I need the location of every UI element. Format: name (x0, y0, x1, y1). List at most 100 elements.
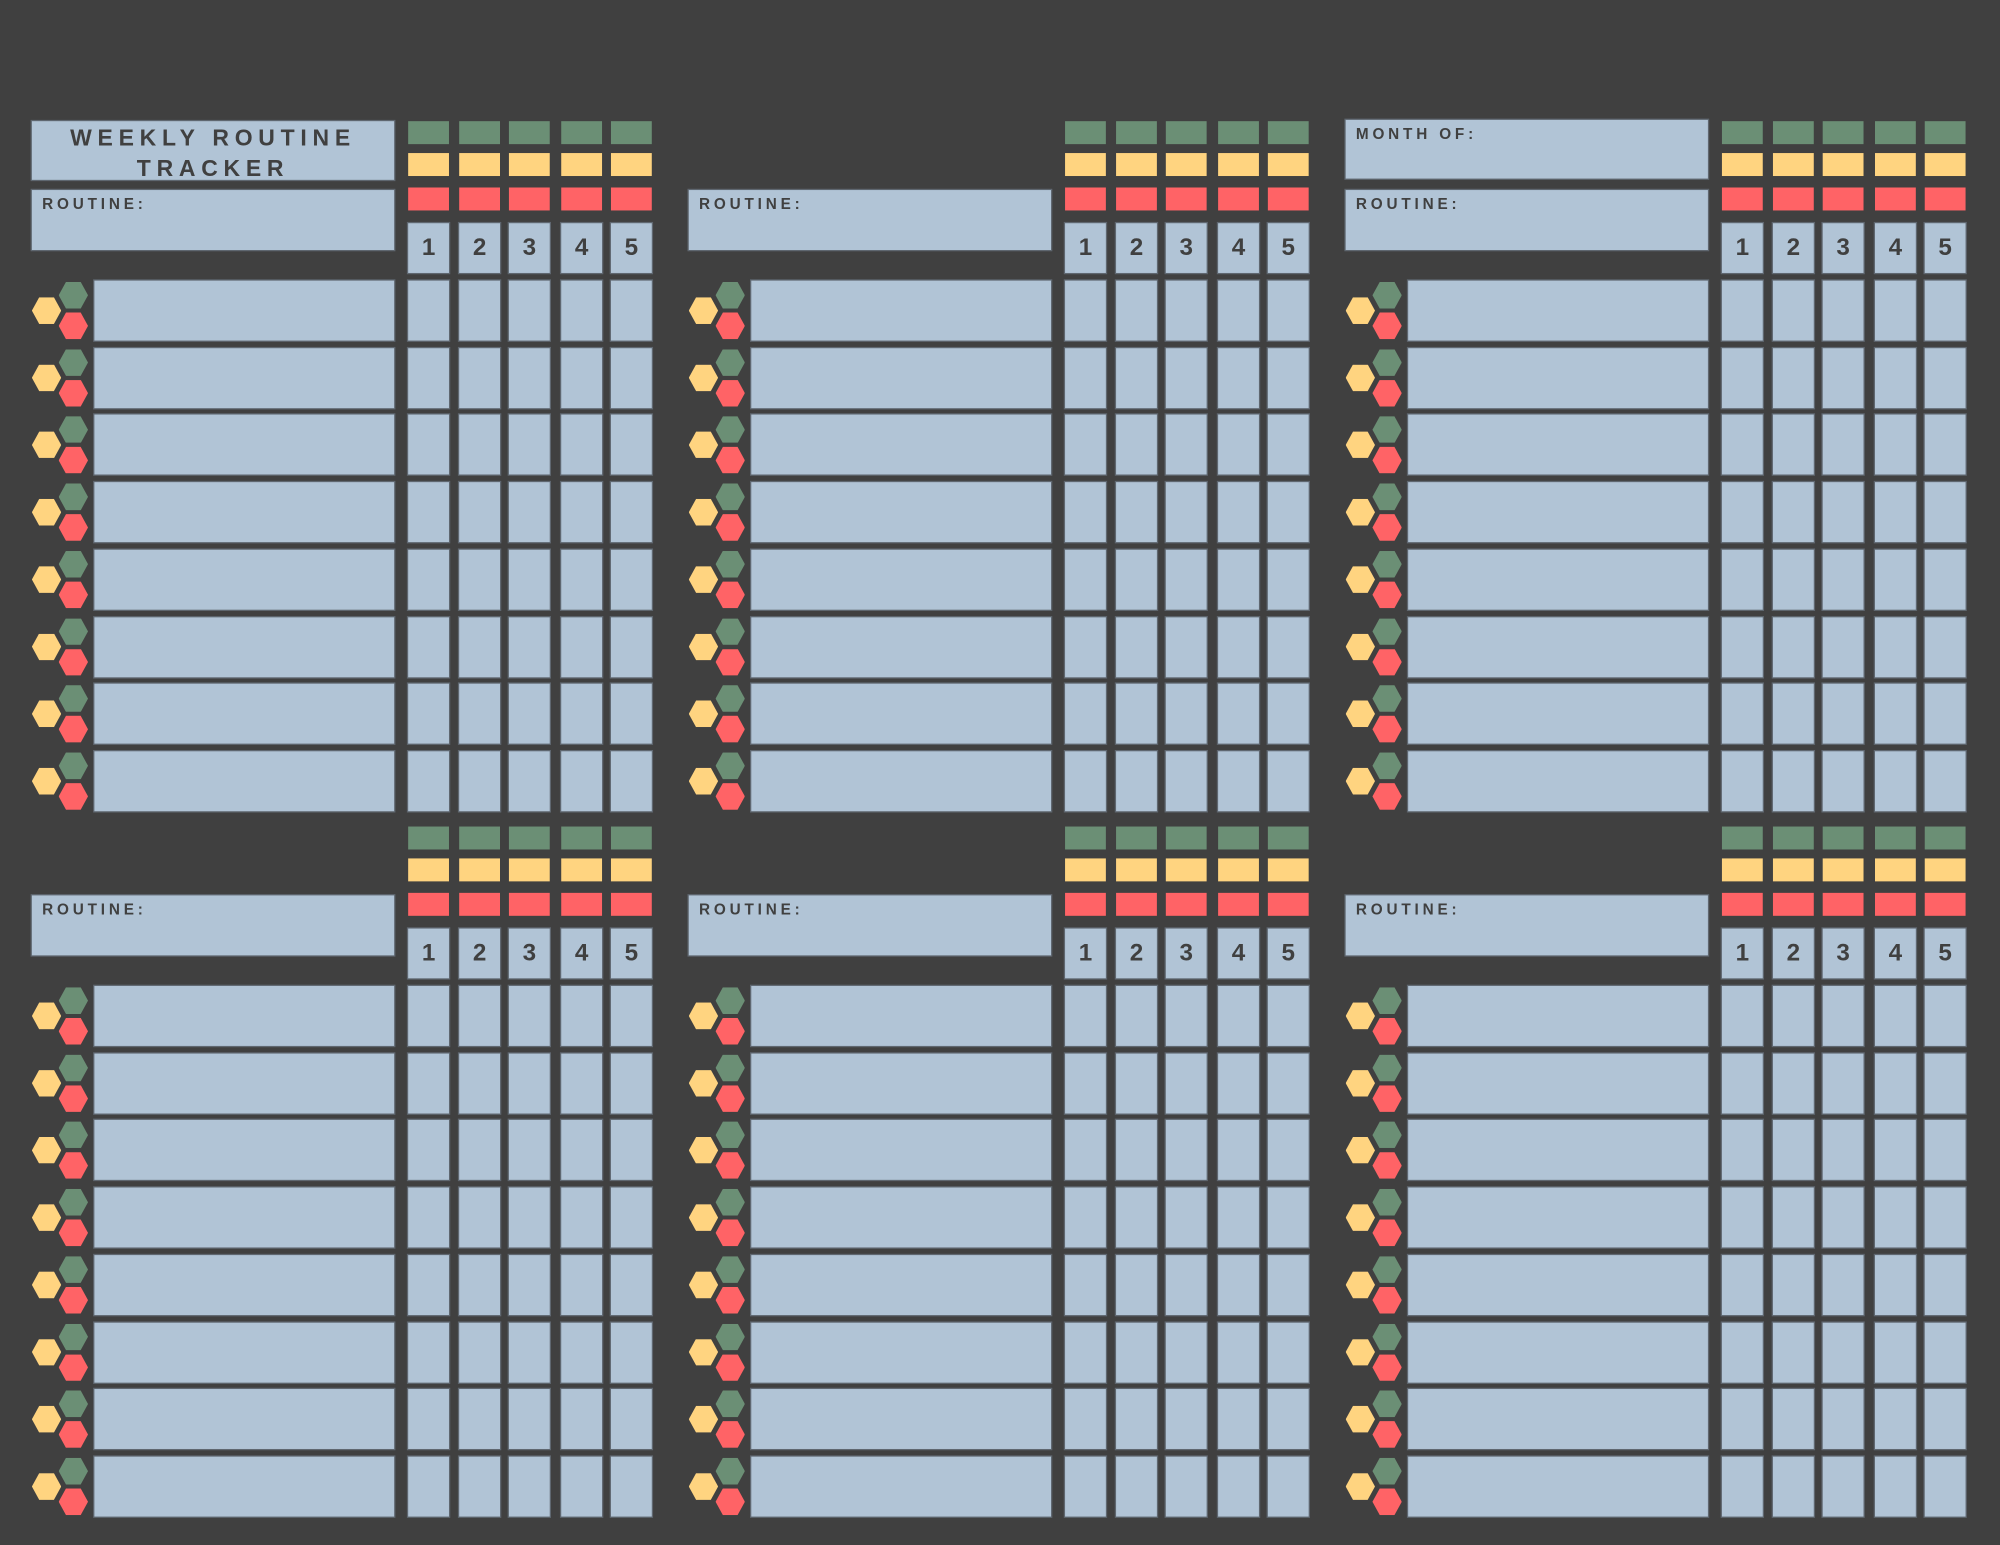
hexagon-cluster-icon[interactable] (1345, 1188, 1403, 1248)
green-hexagon-icon[interactable] (715, 1054, 745, 1082)
hexagon-cluster-icon[interactable] (31, 482, 89, 542)
day-check-cell[interactable] (408, 1053, 449, 1114)
habit-name-field[interactable] (94, 347, 395, 408)
day-check-cell[interactable] (1116, 1254, 1157, 1315)
day-check-cell[interactable] (459, 347, 500, 408)
red-hexagon-icon[interactable] (58, 312, 89, 340)
day-check-cell[interactable] (1065, 280, 1106, 341)
red-hexagon-icon[interactable] (58, 1152, 89, 1180)
red-hexagon-icon[interactable] (58, 1085, 89, 1112)
day-check-cell[interactable] (610, 1187, 652, 1248)
hexagon-cluster-icon[interactable] (688, 1456, 746, 1516)
day-check-cell[interactable] (1267, 616, 1309, 677)
day-check-cell[interactable] (561, 1322, 603, 1383)
green-hexagon-icon[interactable] (715, 550, 745, 578)
day-check-cell[interactable] (1721, 347, 1763, 408)
habit-name-field[interactable] (751, 1120, 1052, 1181)
day-check-cell[interactable] (1065, 549, 1106, 610)
day-check-cell[interactable] (1218, 985, 1259, 1046)
day-check-cell[interactable] (408, 616, 449, 677)
day-check-cell[interactable] (561, 482, 603, 543)
day-check-cell[interactable] (610, 985, 652, 1046)
habit-name-field[interactable] (1408, 549, 1708, 610)
green-hexagon-icon[interactable] (58, 349, 89, 376)
yellow-hexagon-icon[interactable] (1345, 1136, 1375, 1164)
red-hexagon-icon[interactable] (58, 648, 89, 676)
day-check-cell[interactable] (1065, 1053, 1106, 1114)
day-check-cell[interactable] (1267, 280, 1309, 341)
green-hexagon-icon[interactable] (58, 281, 89, 309)
day-check-cell[interactable] (508, 347, 550, 408)
red-hexagon-icon[interactable] (1372, 379, 1402, 407)
habit-name-field[interactable] (94, 1322, 395, 1383)
day-check-cell[interactable] (1721, 280, 1763, 341)
habit-name-field[interactable] (94, 1053, 395, 1114)
yellow-hexagon-icon[interactable] (1345, 1069, 1375, 1097)
day-check-cell[interactable] (1721, 1254, 1763, 1315)
day-check-cell[interactable] (1772, 985, 1814, 1046)
red-hexagon-icon[interactable] (715, 1017, 745, 1045)
habit-name-field[interactable] (94, 1120, 395, 1181)
habit-name-field[interactable] (1408, 616, 1708, 677)
hexagon-cluster-icon[interactable] (31, 1053, 89, 1113)
yellow-hexagon-icon[interactable] (1345, 1473, 1375, 1500)
routine-field[interactable]: ROUTINE: (688, 895, 1052, 956)
day-check-cell[interactable] (508, 1456, 550, 1517)
day-check-cell[interactable] (1822, 1254, 1864, 1315)
day-check-cell[interactable] (1874, 482, 1916, 543)
day-check-cell[interactable] (459, 280, 500, 341)
red-hexagon-icon[interactable] (1372, 648, 1402, 676)
day-check-cell[interactable] (1065, 985, 1106, 1046)
day-check-cell[interactable] (1822, 280, 1864, 341)
yellow-hexagon-icon[interactable] (1345, 498, 1375, 526)
day-check-cell[interactable] (1924, 1187, 1966, 1248)
day-check-cell[interactable] (508, 280, 550, 341)
hexagon-cluster-icon[interactable] (31, 1120, 89, 1180)
day-check-cell[interactable] (459, 415, 500, 475)
day-check-cell[interactable] (1218, 415, 1259, 475)
yellow-hexagon-icon[interactable] (688, 431, 719, 459)
hexagon-cluster-icon[interactable] (1345, 986, 1403, 1046)
day-check-cell[interactable] (1165, 1254, 1207, 1315)
day-check-cell[interactable] (1874, 280, 1916, 341)
green-hexagon-icon[interactable] (715, 281, 745, 309)
green-hexagon-icon[interactable] (58, 550, 89, 578)
red-hexagon-icon[interactable] (58, 379, 89, 407)
day-check-cell[interactable] (408, 280, 449, 341)
day-check-cell[interactable] (1065, 1120, 1106, 1181)
day-check-cell[interactable] (1218, 1187, 1259, 1248)
day-check-cell[interactable] (1267, 1120, 1309, 1181)
day-check-cell[interactable] (1065, 1389, 1106, 1450)
day-check-cell[interactable] (1721, 1053, 1763, 1114)
green-hexagon-icon[interactable] (58, 1323, 89, 1351)
day-check-cell[interactable] (408, 985, 449, 1046)
day-check-cell[interactable] (1267, 1053, 1309, 1114)
red-hexagon-icon[interactable] (1372, 446, 1402, 474)
habit-name-field[interactable] (94, 280, 395, 341)
yellow-hexagon-icon[interactable] (31, 1405, 62, 1433)
yellow-hexagon-icon[interactable] (31, 1271, 62, 1299)
habit-name-field[interactable] (751, 1322, 1052, 1383)
day-check-cell[interactable] (1772, 347, 1814, 408)
yellow-hexagon-icon[interactable] (31, 364, 62, 392)
yellow-hexagon-icon[interactable] (688, 364, 719, 392)
green-hexagon-icon[interactable] (58, 1457, 89, 1485)
day-check-cell[interactable] (1874, 415, 1916, 475)
yellow-hexagon-icon[interactable] (688, 1204, 719, 1231)
day-check-cell[interactable] (561, 1254, 603, 1315)
habit-name-field[interactable] (94, 1254, 395, 1315)
day-check-cell[interactable] (561, 1120, 603, 1181)
red-hexagon-icon[interactable] (715, 446, 745, 474)
day-check-cell[interactable] (459, 1187, 500, 1248)
day-check-cell[interactable] (508, 482, 550, 543)
day-check-cell[interactable] (1116, 616, 1157, 677)
hexagon-cluster-icon[interactable] (688, 1389, 746, 1449)
red-hexagon-icon[interactable] (715, 1421, 745, 1448)
day-check-cell[interactable] (1721, 1456, 1763, 1517)
day-check-cell[interactable] (561, 985, 603, 1046)
hexagon-cluster-icon[interactable] (688, 482, 746, 542)
red-hexagon-icon[interactable] (58, 1286, 89, 1314)
day-check-cell[interactable] (1218, 1254, 1259, 1315)
green-hexagon-icon[interactable] (715, 483, 745, 511)
yellow-hexagon-icon[interactable] (31, 633, 62, 661)
